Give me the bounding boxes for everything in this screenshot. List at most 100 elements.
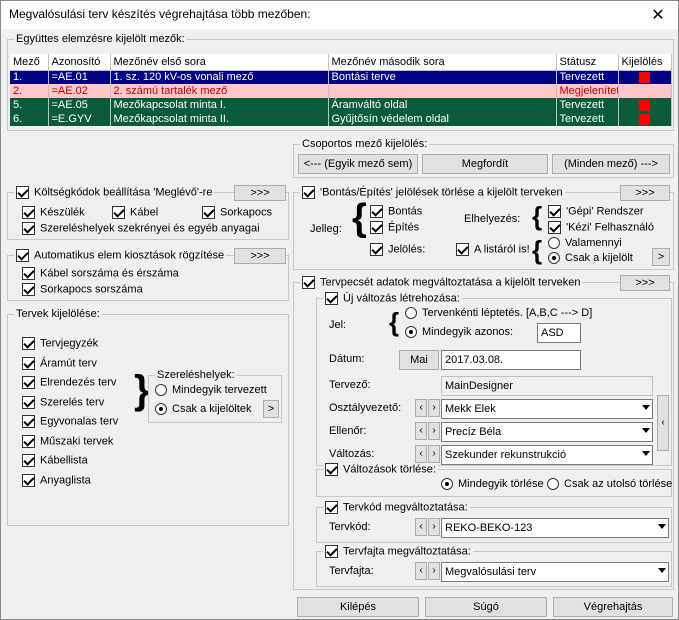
code-change-checkbox[interactable] [325,501,338,514]
auto-kabel-option[interactable]: Kábel sorszáma és érszáma [22,267,179,280]
plan-checkbox[interactable] [22,473,35,487]
bontas-option[interactable]: Bontás [370,205,422,218]
auto-sorkapocs-checkbox[interactable] [22,283,35,296]
type-select[interactable]: Megvalósulási terv [441,562,669,582]
ellenor-prev-icon[interactable]: ‹ [415,422,427,440]
plan-option[interactable]: Tervjegyzék [22,337,98,350]
code-next-icon[interactable]: › [428,518,440,536]
auto-more-button[interactable]: >>> [234,248,286,264]
new-change-checkbox[interactable] [325,292,338,305]
run-button[interactable]: Végrehajtás [553,597,673,617]
keszulek-option[interactable]: Készülék [22,206,85,219]
valamennyi-radio[interactable] [548,237,560,250]
column-header[interactable]: Mezőnév első sora [110,54,329,71]
del-last-option[interactable]: Csak az utolsó törlése [547,478,672,491]
del-last-radio[interactable] [547,478,559,491]
install-selected-option[interactable]: Csak a kijelöltek [155,403,251,416]
jel-step-radio[interactable] [405,307,417,320]
collapse-left-icon[interactable]: ‹ [657,395,669,451]
csak-kijelolt-radio[interactable] [548,252,560,265]
jel-step-option[interactable]: Tervenkénti léptetés. [A,B,C ---> D] [405,307,592,320]
epites-checkbox[interactable] [370,221,383,234]
jel-all-radio[interactable] [405,326,417,339]
keszulek-checkbox[interactable] [22,206,35,219]
stamp-more-button[interactable]: >>> [620,275,670,291]
del-changes-checkbox[interactable] [325,463,338,476]
plan-option[interactable]: Szerelés terv [22,395,104,409]
code-prev-icon[interactable]: ‹ [415,518,427,536]
kabel-checkbox[interactable] [112,206,125,219]
table-row[interactable]: 1. =AE.01 1. sz. 120 kV-os vonali mező Bont… [10,70,672,84]
bontas-nav-button[interactable]: > [652,248,670,266]
plan-option[interactable]: Egyvonalas terv [22,415,118,428]
kezi-option[interactable]: 'Kézi' Felhasználó [548,221,654,234]
kabel-option[interactable]: Kábel [112,206,158,219]
install-all-option[interactable]: Mindegyik tervezett [155,384,267,397]
selection-cell[interactable] [618,98,672,112]
bontas-toggle[interactable]: 'Bontás/Építés' jelölések törlése a kije… [300,186,565,199]
valtozas-select[interactable]: Szekunder rekunstrukció [441,445,653,465]
auto-sorkapocs-option[interactable]: Sorkapocs sorszáma [22,283,143,296]
gepi-option[interactable]: 'Gépi' Rendszer [548,205,644,218]
select-none-button[interactable]: <--- (Egyik mező sem) [298,154,418,174]
jeloles-checkbox[interactable] [370,243,383,256]
table-row[interactable]: 5. =AE.05 Mezőkapcsolat minta I. Áramváltó … [10,98,672,112]
close-icon[interactable]: ✕ [648,5,668,25]
plan-option[interactable]: Anyaglista [22,473,91,487]
jeloles-option[interactable]: Jelölés: [370,243,425,256]
del-all-radio[interactable] [441,478,453,491]
cost-more-button[interactable]: >>> [234,185,286,201]
table-row[interactable]: 6. =E.GYV Mezőkapcsolat minta II. Gyűjtősín… [10,112,672,126]
sorkapocs-option[interactable]: Sorkapocs [202,206,272,219]
type-next-icon[interactable]: › [428,562,440,580]
invert-selection-button[interactable]: Megfordít [422,154,548,174]
help-button[interactable]: Súgó [425,597,547,617]
plan-option[interactable]: Műszaki tervek [22,434,113,448]
del-all-option[interactable]: Mindegyik törlése [441,478,544,491]
auto-alloc-checkbox[interactable] [16,249,29,262]
code-select[interactable]: REKO-BEKO-123 [441,518,669,538]
selection-cell[interactable] [618,84,672,98]
jel-input[interactable]: ASD [537,323,581,343]
type-change-checkbox[interactable] [325,545,338,558]
plan-checkbox[interactable] [22,376,35,389]
type-change-toggle[interactable]: Tervfajta megváltoztatása: [323,545,473,558]
table-row[interactable]: 2. =AE.02 2. számú tartalék mező Megjelenít… [10,84,672,98]
plan-checkbox[interactable] [22,454,35,467]
selection-cell[interactable] [618,112,672,126]
install-selected-radio[interactable] [155,403,167,416]
plan-option[interactable]: Elrendezés terv [22,376,116,389]
exit-button[interactable]: Kilépés [297,597,419,617]
bontas-main-checkbox[interactable] [302,186,315,199]
install-nav-button[interactable]: > [263,400,279,418]
column-header[interactable]: Mezőnév második sora [328,54,557,71]
listarol-checkbox[interactable] [456,243,469,256]
cost-codes-checkbox[interactable] [16,186,29,199]
selection-cell[interactable] [618,70,672,84]
listarol-option[interactable]: A listáról is! [456,243,530,256]
plan-checkbox[interactable] [22,356,35,370]
csak-kijelolt-option[interactable]: Csak a kijelölt [548,252,633,265]
del-changes-toggle[interactable]: Változások törlése: [323,463,438,476]
valtozas-prev-icon[interactable]: ‹ [415,445,427,463]
install-all-radio[interactable] [155,384,167,397]
osztaly-prev-icon[interactable]: ‹ [415,399,427,417]
stamp-toggle[interactable]: Tervpecsét adatok megváltoztatása a kije… [300,276,583,289]
code-change-toggle[interactable]: Tervkód megváltoztatása: [323,501,470,514]
gepi-checkbox[interactable] [548,205,561,218]
column-header[interactable]: Mező [10,54,49,71]
ellenor-select[interactable]: Precíz Béla [441,422,653,442]
osztaly-next-icon[interactable]: › [428,399,440,417]
szerelohelyek-option[interactable]: Szereléshelyek szekrényei és egyéb anyag… [22,222,260,235]
kezi-checkbox[interactable] [548,221,561,234]
column-header[interactable]: Kijelölés [618,54,672,71]
new-change-toggle[interactable]: Új változás létrehozása: [323,292,462,305]
stamp-checkbox[interactable] [302,276,315,289]
sorkapocs-checkbox[interactable] [202,206,215,219]
auto-kabel-checkbox[interactable] [22,267,35,280]
epites-option[interactable]: Építés [370,221,419,234]
valtozas-next-icon[interactable]: › [428,445,440,463]
plan-checkbox[interactable] [22,434,35,448]
plan-option[interactable]: Áramút terv [22,356,97,370]
bontas-more-button[interactable]: >>> [620,185,670,201]
